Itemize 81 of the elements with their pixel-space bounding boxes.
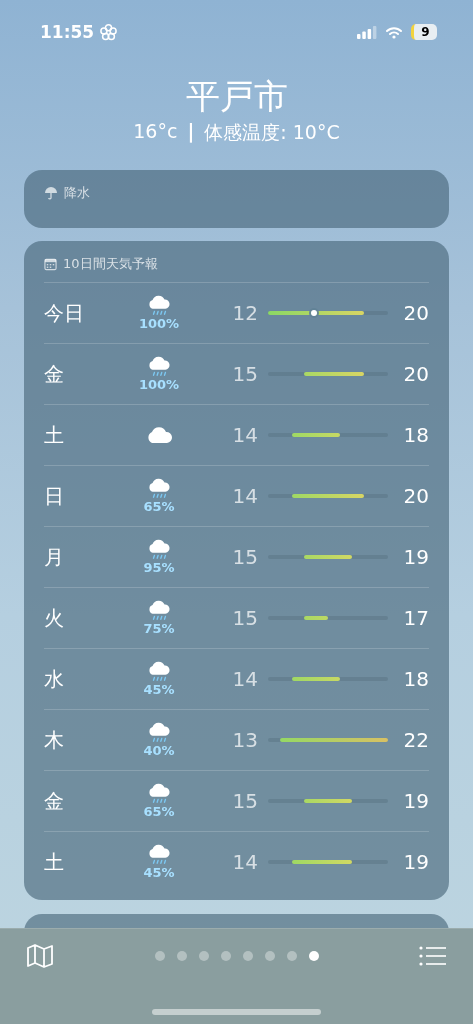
rain-cloud-icon xyxy=(146,539,172,561)
precipitation-chance: 100% xyxy=(138,317,180,331)
day-label: 土 xyxy=(44,421,65,449)
rain-cloud-icon xyxy=(146,295,172,317)
precipitation-chance: 40% xyxy=(143,744,175,758)
day-label: 土 xyxy=(44,848,65,876)
precipitation-chance: 65% xyxy=(143,500,175,514)
high-temperature: 17 xyxy=(402,606,429,630)
high-temperature: 18 xyxy=(402,667,429,691)
city-name: 平戸市 xyxy=(184,75,289,118)
temperature-range-bar xyxy=(292,494,364,498)
rain-cloud-icon xyxy=(146,356,172,378)
precipitation-card[interactable]: 降水 xyxy=(24,170,449,228)
page-dot[interactable] xyxy=(198,951,209,961)
signal-icon xyxy=(357,25,377,39)
day-label: 月 xyxy=(44,543,65,571)
day-label: 水 xyxy=(44,665,65,693)
low-temperature: 14 xyxy=(231,667,259,691)
temperature-range-bar xyxy=(304,555,352,559)
low-temperature: 12 xyxy=(231,301,259,325)
flower-icon xyxy=(99,22,119,42)
high-temperature: 19 xyxy=(402,545,429,569)
precipitation-chance: 65% xyxy=(143,805,175,819)
separator-mark: | xyxy=(187,120,195,145)
temperature-range-bar xyxy=(292,433,340,437)
calendar-icon xyxy=(44,257,57,271)
battery-indicator: 9 xyxy=(411,24,437,40)
rain-cloud-icon xyxy=(146,722,172,744)
low-temperature: 14 xyxy=(231,850,259,874)
low-temperature: 15 xyxy=(231,545,259,569)
map-icon[interactable] xyxy=(26,943,54,969)
status-time: 11:55 xyxy=(40,22,95,42)
rain-cloud-icon xyxy=(146,844,172,866)
temperature-range-bar xyxy=(304,799,352,803)
low-temperature: 15 xyxy=(231,789,259,813)
low-temperature: 15 xyxy=(231,362,259,386)
low-temperature: 15 xyxy=(231,606,259,630)
temperature-range-bar xyxy=(292,860,352,864)
precipitation-chance: 100% xyxy=(138,378,180,392)
page-dot[interactable] xyxy=(286,951,297,961)
card-title: 降水 xyxy=(64,184,90,202)
page-dot[interactable] xyxy=(176,951,187,961)
high-temperature: 20 xyxy=(402,362,429,386)
high-temperature: 20 xyxy=(402,484,429,508)
day-label: 日 xyxy=(44,482,65,510)
page-dot[interactable] xyxy=(308,951,319,961)
low-temperature: 13 xyxy=(231,728,259,752)
umbrella-icon xyxy=(44,186,58,200)
list-icon[interactable] xyxy=(419,945,447,967)
rain-cloud-icon xyxy=(146,783,172,805)
page-dot[interactable] xyxy=(242,951,253,961)
rain-cloud-icon xyxy=(146,600,172,622)
precipitation-chance: 95% xyxy=(143,561,175,575)
high-temperature: 22 xyxy=(402,728,429,752)
feels-like-temperature: 体感温度: 10°C xyxy=(204,120,340,145)
rain-cloud-icon xyxy=(146,478,172,500)
temperature-range-bar xyxy=(304,372,364,376)
high-temperature: 19 xyxy=(402,789,429,813)
precipitation-chance: 45% xyxy=(143,683,175,697)
low-temperature: 14 xyxy=(231,484,259,508)
high-temperature: 19 xyxy=(402,850,429,874)
current-temperature: 16°c xyxy=(133,120,178,144)
wifi-icon xyxy=(385,25,403,39)
precipitation-chance: 75% xyxy=(143,622,175,636)
day-label: 金 xyxy=(44,787,65,815)
cloud-icon xyxy=(145,426,173,444)
high-temperature: 18 xyxy=(402,423,429,447)
page-dot[interactable] xyxy=(220,951,231,961)
day-label: 木 xyxy=(44,726,65,754)
rain-cloud-icon xyxy=(146,661,172,683)
low-temperature: 14 xyxy=(231,423,259,447)
page-dot[interactable] xyxy=(154,951,165,961)
precipitation-chance: 45% xyxy=(143,866,175,880)
high-temperature: 20 xyxy=(402,301,429,325)
card-title: 10日間天気予報 xyxy=(63,255,158,273)
temperature-range-bar xyxy=(292,677,340,681)
day-label: 金 xyxy=(44,360,65,388)
day-label: 火 xyxy=(44,604,65,632)
day-label: 今日 xyxy=(44,299,85,327)
temperature-range-bar xyxy=(304,616,328,620)
page-dot[interactable] xyxy=(264,951,275,961)
